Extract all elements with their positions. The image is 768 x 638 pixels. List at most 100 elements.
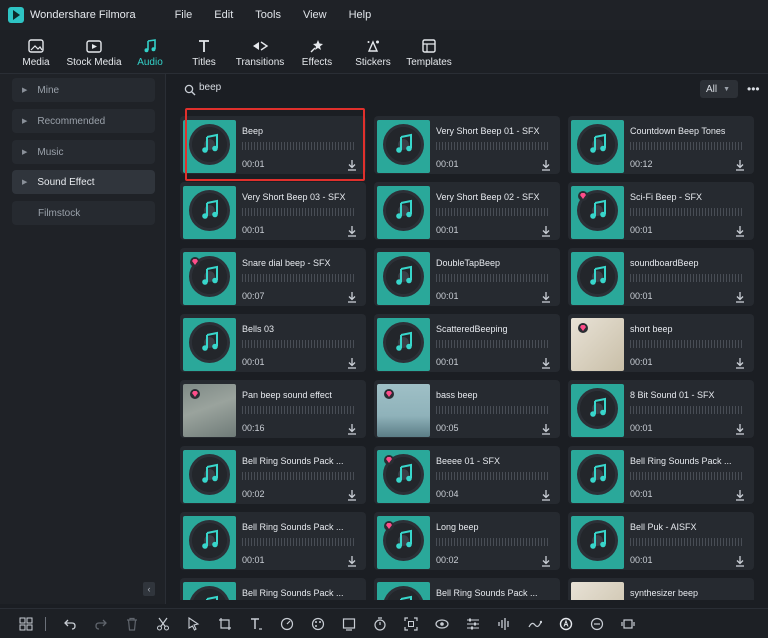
download-icon[interactable]	[346, 158, 358, 171]
effect-icon[interactable]	[581, 609, 612, 638]
audio-mix-icon[interactable]	[488, 609, 519, 638]
download-icon[interactable]	[540, 290, 552, 303]
download-icon[interactable]	[734, 158, 746, 171]
download-icon[interactable]	[540, 224, 552, 237]
adjust-icon[interactable]	[457, 609, 488, 638]
motion-icon[interactable]	[519, 609, 550, 638]
download-icon[interactable]	[540, 554, 552, 567]
audio-result-card[interactable]: Snare dial beep - SFX 00:07	[180, 248, 366, 306]
audio-disc-thumbnail[interactable]	[183, 186, 236, 239]
filter-dropdown[interactable]: All ▼	[700, 80, 738, 98]
layout-icon[interactable]	[10, 609, 41, 638]
audio-result-card[interactable]: ScatteredBeeping 00:01	[374, 314, 560, 372]
menu-help[interactable]: Help	[338, 9, 383, 21]
audio-disc-thumbnail[interactable]	[377, 252, 430, 305]
audio-disc-thumbnail[interactable]	[571, 516, 624, 569]
audio-disc-thumbnail[interactable]	[377, 186, 430, 239]
audio-result-card[interactable]: 8 Bit Sound 01 - SFX 00:01	[568, 380, 754, 438]
audio-disc-thumbnail[interactable]	[377, 582, 430, 600]
menu-view[interactable]: View	[292, 9, 338, 21]
freeze-frame-icon[interactable]	[333, 609, 364, 638]
tab-stickers[interactable]: Stickers	[346, 30, 400, 73]
audio-result-card[interactable]: Very Short Beep 01 - SFX 00:01	[374, 116, 560, 174]
audio-result-card[interactable]: Beeee 01 - SFX 00:04	[374, 446, 560, 504]
audio-result-card[interactable]: DoubleTapBeep 00:01	[374, 248, 560, 306]
search-input[interactable]	[199, 82, 399, 93]
download-icon[interactable]	[346, 422, 358, 435]
audio-disc-thumbnail[interactable]	[571, 120, 624, 173]
audio-disc-thumbnail[interactable]	[183, 318, 236, 371]
audio-result-card[interactable]: Bell Ring Sounds Pack ...	[374, 578, 560, 600]
audio-result-card[interactable]: soundboardBeep 00:01	[568, 248, 754, 306]
speed-icon[interactable]	[271, 609, 302, 638]
tab-effects[interactable]: Effects	[288, 30, 346, 73]
sidebar-item-recommended[interactable]: ▶ Recommended	[12, 109, 155, 133]
download-icon[interactable]	[734, 554, 746, 567]
ai-icon[interactable]	[550, 609, 581, 638]
audio-disc-thumbnail[interactable]	[377, 120, 430, 173]
audio-disc-thumbnail[interactable]	[183, 450, 236, 503]
audio-photo-thumbnail[interactable]	[377, 384, 430, 437]
download-icon[interactable]	[734, 422, 746, 435]
audio-disc-thumbnail[interactable]	[183, 252, 236, 305]
download-icon[interactable]	[346, 554, 358, 567]
download-icon[interactable]	[734, 290, 746, 303]
crop-icon[interactable]	[209, 609, 240, 638]
tab-audio[interactable]: Audio	[124, 30, 176, 73]
sidebar-item-sound-effect[interactable]: ▶ Sound Effect	[12, 170, 155, 194]
audio-disc-thumbnail[interactable]	[571, 384, 624, 437]
audio-result-card[interactable]: short beep 00:01	[568, 314, 754, 372]
audio-disc-thumbnail[interactable]	[571, 186, 624, 239]
color-icon[interactable]	[302, 609, 333, 638]
download-icon[interactable]	[734, 224, 746, 237]
download-icon[interactable]	[540, 356, 552, 369]
audio-disc-thumbnail[interactable]	[183, 120, 236, 173]
download-icon[interactable]	[734, 488, 746, 501]
tab-stock-media[interactable]: Stock Media	[64, 30, 124, 73]
tab-titles[interactable]: Titles	[176, 30, 232, 73]
download-icon[interactable]	[734, 356, 746, 369]
audio-result-card[interactable]: Bell Puk - AISFX 00:01	[568, 512, 754, 570]
audio-disc-thumbnail[interactable]	[377, 318, 430, 371]
audio-result-card[interactable]: Bell Ring Sounds Pack ...	[180, 578, 366, 600]
download-icon[interactable]	[346, 488, 358, 501]
audio-disc-thumbnail[interactable]	[571, 252, 624, 305]
audio-result-card[interactable]: Countdown Beep Tones 00:12	[568, 116, 754, 174]
audio-disc-thumbnail[interactable]	[571, 450, 624, 503]
audio-result-card[interactable]: Very Short Beep 03 - SFX 00:01	[180, 182, 366, 240]
download-icon[interactable]	[540, 488, 552, 501]
download-icon[interactable]	[346, 290, 358, 303]
audio-result-card[interactable]: Beep 00:01	[180, 116, 366, 174]
audio-result-card[interactable]: Bell Ring Sounds Pack ... 00:01	[568, 446, 754, 504]
timer-icon[interactable]	[364, 609, 395, 638]
audio-result-card[interactable]: Pan beep sound effect 00:16	[180, 380, 366, 438]
collapse-sidebar-button[interactable]: ‹	[143, 582, 155, 596]
sidebar-item-mine[interactable]: ▶ Mine	[12, 78, 155, 102]
audio-result-card[interactable]: Bells 03 00:01	[180, 314, 366, 372]
audio-photo-thumbnail[interactable]	[183, 384, 236, 437]
audio-disc-thumbnail[interactable]	[183, 582, 236, 600]
more-options-icon[interactable]: •••	[747, 80, 761, 98]
cut-icon[interactable]	[147, 609, 178, 638]
tab-templates[interactable]: Templates	[400, 30, 458, 73]
audio-result-card[interactable]: Very Short Beep 02 - SFX 00:01	[374, 182, 560, 240]
menu-edit[interactable]: Edit	[203, 9, 244, 21]
audio-disc-thumbnail[interactable]	[377, 516, 430, 569]
audio-result-card[interactable]: Sci-Fi Beep - SFX 00:01	[568, 182, 754, 240]
sidebar-item-music[interactable]: ▶ Music	[12, 140, 155, 164]
delete-icon[interactable]	[116, 609, 147, 638]
audio-disc-thumbnail[interactable]	[183, 516, 236, 569]
download-icon[interactable]	[540, 158, 552, 171]
select-arrow-icon[interactable]	[178, 609, 209, 638]
tab-transitions[interactable]: Transitions	[232, 30, 288, 73]
audio-photo-thumbnail[interactable]	[571, 582, 624, 600]
audio-result-card[interactable]: Bell Ring Sounds Pack ... 00:02	[180, 446, 366, 504]
audio-result-card[interactable]: synthesizer beep	[568, 578, 754, 600]
mask-icon[interactable]	[426, 609, 457, 638]
audio-disc-thumbnail[interactable]	[377, 450, 430, 503]
text-icon[interactable]	[240, 609, 271, 638]
download-icon[interactable]	[346, 356, 358, 369]
undo-icon[interactable]	[54, 609, 85, 638]
redo-icon[interactable]	[85, 609, 116, 638]
menu-tools[interactable]: Tools	[244, 9, 292, 21]
